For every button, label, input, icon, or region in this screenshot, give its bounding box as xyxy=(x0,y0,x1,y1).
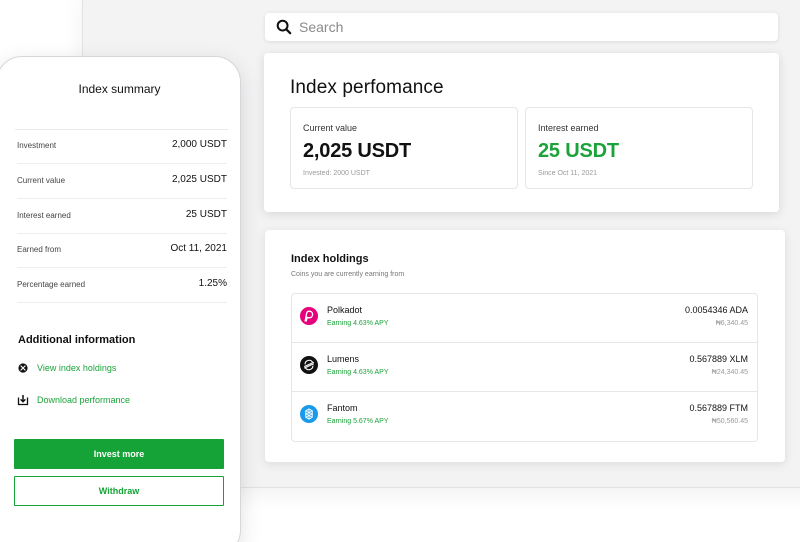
download-performance-label: Download performance xyxy=(37,395,131,405)
since-note: Since Oct 11, 2021 xyxy=(538,170,598,177)
row-value: 2,025 USDT xyxy=(171,174,227,185)
summary-row-percentage-earned: Percentage earned 1.25% xyxy=(17,268,227,303)
interest-earned-label: Interest earned xyxy=(538,123,599,133)
invested-note: Invested: 2000 USDT xyxy=(303,170,370,177)
performance-title: Index perfomance xyxy=(290,77,444,98)
current-value-label: Current value xyxy=(303,123,358,133)
holdings-icon xyxy=(17,362,29,374)
summary-row-earned-from: Earned from Oct 11, 2021 xyxy=(17,233,227,268)
withdraw-button[interactable]: Withdraw xyxy=(14,476,224,506)
coin-fiat-value: ₦50,560.45 xyxy=(711,418,748,425)
fantom-icon xyxy=(300,405,318,423)
row-label: Percentage earned xyxy=(17,280,86,289)
coin-amount: 0.0054346 ADA xyxy=(684,305,748,315)
view-index-holdings-link[interactable]: View index holdings xyxy=(17,362,116,374)
coin-fiat-value: ₦24,340.45 xyxy=(711,369,748,376)
holdings-list: Polkadot Earning 4.63% APY 0.0054346 ADA… xyxy=(291,293,758,442)
coin-apy: Earning 5.67% APY xyxy=(327,418,389,425)
list-item[interactable]: Lumens Earning 4.63% APY 0.567889 XLM ₦2… xyxy=(292,343,757,392)
stellar-icon xyxy=(300,356,318,374)
app-stage: Index perfomance Current value 2,025 USD… xyxy=(0,0,800,542)
coin-fiat-value: ₦6,340.45 xyxy=(715,320,748,327)
current-value-card: Current value 2,025 USDT Invested: 2000 … xyxy=(290,107,518,189)
additional-info-title: Additional information xyxy=(18,334,136,346)
download-icon xyxy=(17,394,29,406)
row-label: Investment xyxy=(17,141,57,150)
row-label: Current value xyxy=(17,176,66,185)
summary-row-current-value: Current value 2,025 USDT xyxy=(17,164,227,199)
index-summary-panel: Index summary Investment 2,000 USDT Curr… xyxy=(0,56,241,542)
coin-name: Polkadot xyxy=(327,305,363,315)
invest-more-button[interactable]: Invest more xyxy=(14,439,224,469)
list-item[interactable]: Fantom Earning 5.67% APY 0.567889 FTM ₦5… xyxy=(292,392,757,441)
search-input[interactable] xyxy=(299,19,739,35)
download-performance-link[interactable]: Download performance xyxy=(17,394,130,406)
coin-name: Lumens xyxy=(327,354,360,364)
index-holdings-card: Index holdings Coins you are currently e… xyxy=(265,230,785,462)
row-value: Oct 11, 2021 xyxy=(170,243,227,254)
coin-amount: 0.567889 FTM xyxy=(689,403,748,413)
coin-apy: Earning 4.63% APY xyxy=(327,320,389,327)
row-value: 25 USDT xyxy=(185,209,227,220)
holdings-subtitle: Coins you are currently earning from xyxy=(291,271,405,278)
row-value: 1.25% xyxy=(198,278,227,289)
summary-title: Index summary xyxy=(78,82,161,96)
list-item[interactable]: Polkadot Earning 4.63% APY 0.0054346 ADA… xyxy=(292,294,757,343)
view-holdings-label: View index holdings xyxy=(37,363,117,373)
coin-amount: 0.567889 XLM xyxy=(689,354,748,364)
current-value-amount: 2,025 USDT xyxy=(303,140,412,162)
index-performance-card: Index perfomance Current value 2,025 USD… xyxy=(264,53,779,212)
row-value: 2,000 USDT xyxy=(171,139,227,150)
interest-earned-amount: 25 USDT xyxy=(538,140,619,162)
row-label: Interest earned xyxy=(17,211,71,220)
search-bar[interactable] xyxy=(265,13,778,41)
holdings-title: Index holdings xyxy=(291,253,369,265)
row-label: Earned from xyxy=(17,245,62,254)
summary-row-interest-earned: Interest earned 25 USDT xyxy=(17,199,227,234)
coin-name: Fantom xyxy=(327,403,358,413)
summary-row-investment: Investment 2,000 USDT xyxy=(17,129,227,164)
polkadot-icon xyxy=(300,307,318,325)
search-icon xyxy=(276,19,292,35)
interest-earned-card: Interest earned 25 USDT Since Oct 11, 20… xyxy=(525,107,753,189)
coin-apy: Earning 4.63% APY xyxy=(327,369,389,376)
